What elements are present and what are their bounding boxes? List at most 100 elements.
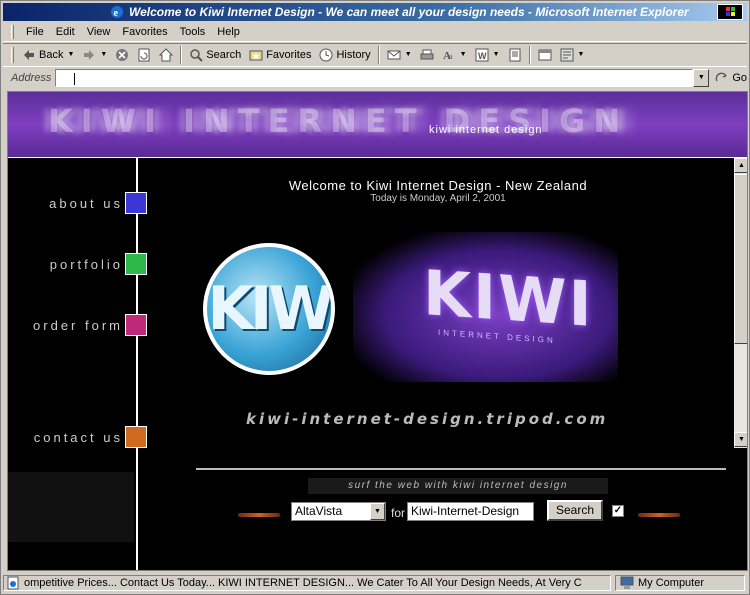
nav-label[interactable]: order form: [33, 318, 123, 333]
back-button[interactable]: Back ▼: [18, 45, 78, 65]
search-engine-select[interactable]: AltaVista ▼: [291, 502, 386, 521]
discuss-button[interactable]: [504, 45, 526, 65]
decorative-bar-icon: [638, 513, 680, 517]
decorative-bar-icon: [238, 513, 280, 517]
vertical-scrollbar[interactable]: ▲ ▼: [734, 158, 747, 448]
nav-label[interactable]: portfolio: [50, 257, 123, 272]
home-button[interactable]: [155, 45, 177, 65]
content-divider: [196, 468, 726, 470]
menu-view[interactable]: View: [81, 26, 117, 38]
search-form: AltaVista ▼ for Kiwi-Internet-Design Sea…: [238, 500, 698, 524]
search-engine-value: AltaVista: [295, 504, 343, 518]
forward-dropdown-icon[interactable]: ▼: [100, 51, 107, 58]
printer-icon: [420, 49, 434, 59]
site-banner: KIWI INTERNET DESIGN kiwi internet desig…: [8, 92, 747, 158]
address-input[interactable]: [55, 68, 694, 87]
kiwi-sign-image: KIWI INTERNET DESIGN: [353, 232, 618, 382]
go-arrow-icon: [716, 72, 727, 81]
date-line: Today is Monday, April 2, 2001: [370, 193, 506, 204]
menu-edit[interactable]: Edit: [50, 26, 81, 38]
search-label: Search: [206, 48, 242, 61]
go-label: Go: [732, 71, 747, 84]
history-button[interactable]: History: [315, 45, 374, 65]
forward-button[interactable]: ▼: [78, 45, 111, 65]
address-dropdown-button[interactable]: ▼: [693, 68, 710, 87]
chevron-down-icon[interactable]: ▼: [370, 503, 385, 520]
menu-bar: File Edit View Favorites Tools Help: [3, 22, 747, 42]
go-button[interactable]: Go: [715, 71, 747, 85]
mail-button[interactable]: ▼: [383, 45, 416, 65]
menu-help[interactable]: Help: [211, 26, 246, 38]
favorites-button[interactable]: Favorites: [245, 45, 315, 65]
related-button[interactable]: [534, 45, 556, 65]
mail-dropdown-icon[interactable]: ▼: [405, 51, 412, 58]
nav-order-form[interactable]: order form: [8, 314, 153, 338]
browser-window: e Welcome to Kiwi Internet Design - We c…: [0, 0, 750, 595]
search-submit-button[interactable]: Search: [547, 500, 603, 521]
menu-favorites[interactable]: Favorites: [116, 26, 173, 38]
print-button[interactable]: [416, 45, 438, 65]
favorites-label: Favorites: [266, 48, 312, 61]
for-label: for: [391, 506, 406, 520]
discuss-icon: [509, 48, 520, 61]
title-bar: e Welcome to Kiwi Internet Design - We c…: [3, 3, 747, 21]
messenger-icon: [560, 48, 573, 61]
status-text: ompetitive Prices... Contact Us Today...…: [24, 577, 582, 589]
edit-dropdown-icon[interactable]: ▼: [493, 51, 500, 58]
computer-icon: [620, 576, 634, 589]
favorites-icon: [249, 50, 263, 60]
svg-text:a: a: [449, 52, 453, 61]
fonts-button[interactable]: Aa ▼: [438, 45, 471, 65]
page-viewport: KIWI INTERNET DESIGN kiwi internet desig…: [7, 91, 748, 571]
scroll-up-icon[interactable]: ▲: [734, 158, 747, 173]
new-window-checkbox[interactable]: ✓: [612, 505, 624, 517]
messenger-dropdown-icon[interactable]: ▼: [578, 51, 585, 58]
window-title: Welcome to Kiwi Internet Design - We can…: [129, 5, 689, 19]
stop-button[interactable]: [111, 45, 133, 65]
search-heading: surf the web with kiwi internet design: [308, 478, 608, 494]
search-button[interactable]: Search: [185, 45, 245, 65]
refresh-button[interactable]: [133, 45, 155, 65]
nav-tile-icon[interactable]: [125, 192, 147, 214]
scroll-thumb[interactable]: [734, 174, 747, 344]
home-icon: [159, 47, 174, 61]
status-bar: ompetitive Prices... Contact Us Today...…: [3, 574, 747, 592]
banner-tagline: kiwi internet design: [429, 124, 543, 136]
toolbar-grip[interactable]: [11, 46, 14, 63]
history-label: History: [336, 48, 371, 61]
fonts-dropdown-icon[interactable]: ▼: [460, 51, 467, 58]
back-dropdown-icon[interactable]: ▼: [67, 51, 74, 58]
status-message-panel: ompetitive Prices... Contact Us Today...…: [3, 575, 611, 591]
security-zone-panel: My Computer: [615, 575, 745, 591]
internet-explorer-icon: e: [111, 6, 123, 19]
related-icon: [538, 49, 551, 60]
stop-icon: [116, 48, 129, 61]
edit-button[interactable]: W ▼: [471, 45, 504, 65]
nav-label[interactable]: about us: [49, 196, 123, 211]
toolbar-separator: [528, 45, 531, 64]
nav-tile-icon[interactable]: [125, 253, 147, 275]
scroll-down-icon[interactable]: ▼: [734, 432, 747, 447]
nav-tile-icon[interactable]: [125, 314, 147, 336]
welcome-heading: Welcome to Kiwi Internet Design - New Ze…: [288, 178, 588, 193]
banner-logo: KIWI INTERNET DESIGN: [48, 102, 629, 140]
menu-grip[interactable]: [11, 24, 14, 39]
nav-about-us[interactable]: about us: [8, 192, 153, 216]
messenger-button[interactable]: ▼: [556, 45, 589, 65]
back-label: Back: [39, 48, 64, 61]
nav-rail: [136, 158, 138, 570]
nav-portfolio[interactable]: portfolio: [8, 253, 153, 277]
nav-footer-panel: [8, 472, 134, 542]
menu-tools[interactable]: Tools: [174, 26, 212, 38]
menu-file[interactable]: File: [20, 26, 50, 38]
nav-label[interactable]: contact us: [34, 430, 123, 445]
nav-contact-us[interactable]: contact us: [8, 426, 153, 450]
toolbar-separator: [180, 45, 183, 64]
toolbar-separator: [377, 45, 380, 64]
address-label: Address: [11, 71, 52, 84]
address-bar: Address ▼ Go: [3, 66, 747, 88]
text-caret: [74, 72, 76, 85]
nav-tile-icon[interactable]: [125, 426, 147, 448]
windows-logo-icon: [717, 4, 743, 20]
search-query-input[interactable]: Kiwi-Internet-Design: [407, 502, 534, 521]
